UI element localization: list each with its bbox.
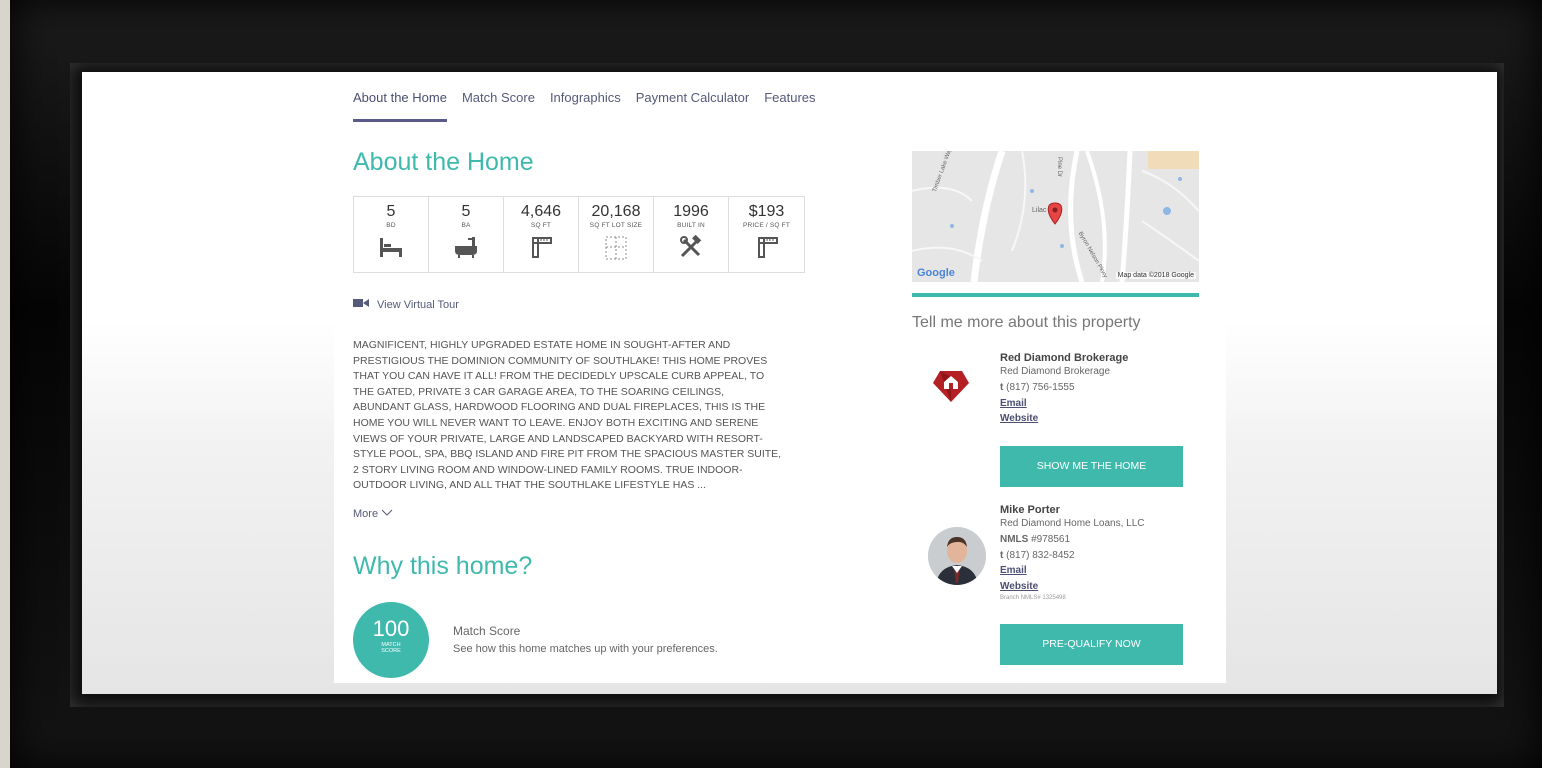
match-score-subtitle: See how this home matches up with your p… [453,643,718,655]
description-line: OUTDOOR LIVING, AND ALL THAT THE SOUTHLA… [353,479,707,492]
listing-content: About the Home Match Score Infographics … [334,72,1226,683]
ruler-icon [729,235,804,261]
pre-qualify-button[interactable]: PRE-QUALIFY NOW [1000,624,1183,665]
google-logo: Google [917,267,955,279]
map-street-label: Pine Dr [1056,157,1062,178]
description-line: PRESTIGIOUS THE DOMINION COMMUNITY OF SO… [353,354,768,367]
description-line: STYLE POOL, SPA, BBQ ISLAND AND FIRE PIT… [353,448,782,461]
agent-name: Mike Porter [1000,504,1060,516]
stat-label: BA [461,222,471,229]
stat-value: 1996 [673,203,709,220]
stat-label: BUILT IN [677,222,705,229]
bed-icon [354,235,428,261]
stat-sqft: 4,646 SQ FT [504,197,579,272]
stat-value: 5 [386,203,396,220]
tab-payment-calculator[interactable]: Payment Calculator [636,90,749,122]
tab-match-score[interactable]: Match Score [462,90,535,122]
match-score-label-2: SCORE [381,648,401,654]
nmls-number: #978561 [1031,533,1071,545]
tab-features[interactable]: Features [764,90,815,122]
bathtub-icon [429,235,503,261]
agent-card-loan-officer: Mike Porter Red Diamond Home Loans, LLC … [1000,504,1145,601]
brokerage-logo [931,365,971,410]
tab-about-the-home[interactable]: About the Home [353,90,447,122]
agent-phone: t (817) 832-8452 [1000,548,1145,564]
description-line: THAT YOU CAN HAVE IT ALL! FROM THE DECID… [353,370,765,383]
agent-website-link[interactable]: Website [1000,579,1145,595]
tools-icon [654,234,728,261]
agent-email-link[interactable]: Email [1000,563,1145,579]
description-line: ABUNDANT GLASS, HARDWOOD FLOORING AND DU… [353,401,766,414]
agent-card-brokerage: Red Diamond Brokerage Red Diamond Broker… [1000,352,1128,427]
about-heading: About the Home [353,148,534,176]
nmls-prefix: NMLS [1000,533,1029,545]
stat-label: SQ FT [530,222,552,229]
home-description: MAGNIFICENT, HIGHLY UPGRADED ESTATE HOME… [353,338,823,494]
description-line: 2 STORY LIVING ROOM AND WINDOW-LINED FAM… [353,463,743,476]
stat-beds: 5 BD [354,197,429,272]
stat-baths: 5 BA [429,197,504,272]
section-tabs: About the Home Match Score Infographics … [353,90,831,122]
match-score-value: 100 [372,616,410,641]
stat-built-in: 1996 BUILT IN [654,197,729,272]
chevron-down-icon [381,508,393,520]
stat-value: 5 [461,203,471,220]
description-line: MAGNIFICENT, HIGHLY UPGRADED ESTATE HOME… [353,339,731,351]
description-line: THE GATED, PRIVATE 3 CAR GARAGE AREA, TO… [353,385,725,398]
contact-heading: Tell me more about this property [912,314,1141,331]
lot-size-icon [579,235,653,261]
more-toggle[interactable]: More [353,508,393,520]
phone-prefix: t [1000,549,1004,561]
description-line: VIEWS OF YOUR PRIVATE, LARGE AND LANDSCA… [353,432,763,445]
phone-number: (817) 756-1555 [1006,381,1075,393]
home-stats: 5 BD 5 BA 4,646 SQ FT 20,168 SQ FT LOT S… [353,196,805,273]
stat-value: 20,168 [591,203,641,220]
stat-value: $193 [748,203,785,220]
stat-label: SQ FT LOT SIZE [589,222,643,229]
description-line: HOME YOU WILL NEVER WANT TO LEAVE. ENJOY… [353,416,759,429]
stat-value: 4,646 [520,203,562,220]
agent-name: Red Diamond Brokerage [1000,352,1129,364]
match-score-title: Match Score [453,624,521,638]
virtual-tour-link[interactable]: View Virtual Tour [353,298,459,311]
agent-nmls: NMLS #978561 [1000,532,1145,548]
ruler-icon [504,235,578,261]
map-street-label: Lilac [1032,207,1047,214]
match-score-badge[interactable]: 100 MATCH SCORE [353,602,429,678]
tab-infographics[interactable]: Infographics [550,90,621,122]
stat-label: BD [386,222,396,229]
stat-lot-size: 20,168 SQ FT LOT SIZE [579,197,654,272]
show-me-the-home-button[interactable]: SHOW ME THE HOME [1000,446,1183,487]
avatar [928,527,986,585]
virtual-tour-label: View Virtual Tour [377,298,459,311]
agent-company: Red Diamond Home Loans, LLC [1000,518,1145,529]
phone-number: (817) 832-8452 [1006,549,1075,561]
branch-nmls: Branch NMLS# 1325498 [1000,594,1066,601]
map-accent-bar [912,293,1199,297]
more-label: More [353,508,379,520]
stat-label: PRICE / SQ FT [742,222,791,229]
stat-price-per-sqft: $193 PRICE / SQ FT [729,197,804,272]
map-attribution: Map data ©2018 Google [1115,272,1196,279]
video-camera-icon [353,298,369,311]
why-heading: Why this home? [353,552,533,580]
agent-website-link[interactable]: Website [1000,411,1128,427]
phone-prefix: t [1000,381,1004,393]
agent-email-link[interactable]: Email [1000,396,1128,412]
agent-phone: t (817) 756-1555 [1000,380,1128,396]
agent-company: Red Diamond Brokerage [1000,366,1111,377]
property-map[interactable]: Lilac Pine Dr Byron Nelson Pkwy Timber L… [912,151,1199,282]
screen: About the Home Match Score Infographics … [82,72,1497,694]
